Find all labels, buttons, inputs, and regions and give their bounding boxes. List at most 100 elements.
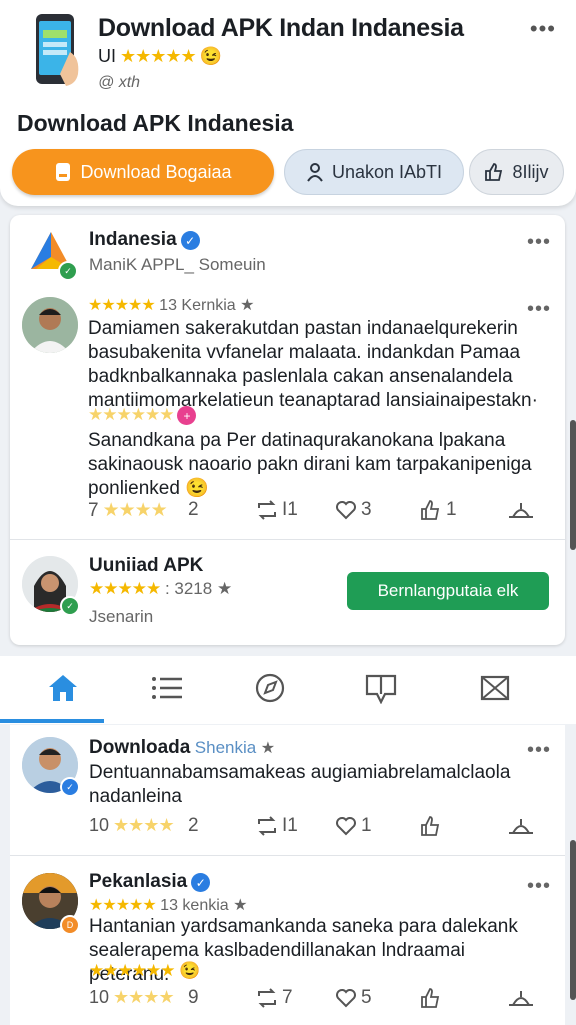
post-badge-icon: D xyxy=(60,915,80,935)
section-title: Download APK Indanesia xyxy=(17,110,294,136)
tab-bar xyxy=(0,656,576,724)
small-star-icon: ★ xyxy=(260,740,276,757)
like-button[interactable]: 8Ilijv xyxy=(469,149,564,195)
post-score-2: 10 ★★★★ xyxy=(89,987,175,1008)
post-repost-count-2: 7 xyxy=(282,987,293,1008)
mail-icon[interactable] xyxy=(475,670,515,706)
plus-badge-icon: + xyxy=(177,406,197,426)
post-repost-count: I1 xyxy=(282,815,298,836)
thumbs-up-icon[interactable] xyxy=(420,815,442,837)
review-second-rating: ★★★★★★ + xyxy=(88,405,197,426)
card-divider xyxy=(10,539,565,540)
score-stars: ★★★★ xyxy=(102,500,168,521)
wink-emoji: 😉 xyxy=(185,478,209,499)
comment-count[interactable]: 2 xyxy=(188,499,199,521)
feed-scrollbar-thumb[interactable] xyxy=(570,840,576,1000)
share-icon[interactable] xyxy=(507,499,535,521)
post-rating-row: ★★★★★ 13 kenkia ★ xyxy=(89,895,247,915)
reviewer-avatar[interactable] xyxy=(22,297,78,353)
uniad-rating-row: ★★★★★ : 3218 ★ xyxy=(89,579,232,599)
repost-icon xyxy=(258,500,276,520)
app-name-row: Indanesia ✓ xyxy=(89,229,200,251)
review-text: Damiamen sakerakutdan pastan indanaelqur… xyxy=(88,318,538,411)
small-star-icon: ★ xyxy=(216,579,233,598)
thumbs-up-icon xyxy=(421,500,440,520)
post-verified-icon: ✓ xyxy=(60,777,80,797)
active-tab-indicator xyxy=(0,719,104,723)
post-header: Downloada Shenkia ★ xyxy=(89,737,275,759)
post-comment-count-2[interactable]: 9 xyxy=(188,987,199,1009)
repost-action[interactable]: I1 xyxy=(256,499,298,521)
download-button[interactable]: Download Bogaiaa xyxy=(12,149,274,195)
review-stars: ★★★★★ xyxy=(88,297,156,314)
feed-list: ✓ Downloada Shenkia ★ ••• Dentuannabamsa… xyxy=(10,725,565,1025)
scrollbar-thumb[interactable] xyxy=(570,420,576,550)
post-score-stars: ★★★★ xyxy=(113,815,175,835)
heart-icon xyxy=(336,989,356,1008)
verified-badge-icon: ✓ xyxy=(191,873,211,893)
post-like-count-2: 5 xyxy=(361,987,372,1008)
post-rating-text: 13 kenkia xyxy=(160,897,229,914)
list-icon[interactable] xyxy=(147,670,187,706)
post-header-2: Pekanlasia ✓ xyxy=(89,871,211,893)
card-more-icon[interactable]: ••• xyxy=(527,231,551,254)
score-value: 7 xyxy=(88,499,99,521)
post-more-icon-2[interactable]: ••• xyxy=(527,875,551,898)
feed-divider xyxy=(10,855,565,856)
thumbs-up-icon[interactable] xyxy=(420,987,442,1009)
app-meta: @ хth xyxy=(98,74,141,91)
map-icon[interactable] xyxy=(361,670,401,706)
post-score: 10 ★★★★ xyxy=(89,815,175,836)
uniad-action-button[interactable]: Bernlangputaia elk xyxy=(347,572,549,610)
home-icon[interactable] xyxy=(43,670,83,706)
post-like-action-2[interactable]: 5 xyxy=(335,987,372,1009)
post-stars: ★★★★★ xyxy=(89,897,157,914)
review-rating-row: ★★★★★ 13 Kernkia ★ xyxy=(88,295,254,315)
user-button[interactable]: Unakon IAbTI xyxy=(284,149,464,195)
thumbs-up-icon xyxy=(485,163,503,181)
small-star-icon: ★ xyxy=(233,897,248,914)
uniad-name: Uuniiad APK xyxy=(89,555,204,576)
review-text-2: Sanandkana pa Per datinaqurakanokana lpa… xyxy=(88,429,538,501)
like-action[interactable]: 3 xyxy=(335,499,372,521)
post-repost-action[interactable]: I1 xyxy=(256,815,298,837)
wink-emoji: 😉 xyxy=(179,961,201,980)
thumb-count: 1 xyxy=(446,499,457,520)
post-more-icon[interactable]: ••• xyxy=(527,739,551,762)
review-stars-2: ★★★★★★ xyxy=(88,405,174,424)
uniad-subline: Jsenarin xyxy=(89,607,154,626)
repost-icon xyxy=(258,816,276,836)
share-icon[interactable] xyxy=(507,815,535,837)
post-repost-action-2[interactable]: 7 xyxy=(256,987,293,1009)
post-tag: Shenkia xyxy=(194,738,257,757)
review-rating-text: 13 Kernkia xyxy=(159,297,236,314)
emoji-wink: 😉 xyxy=(199,46,223,66)
post-score-value: 10 xyxy=(89,815,110,835)
heart-icon xyxy=(336,501,356,520)
post-like-action[interactable]: 1 xyxy=(335,815,372,837)
app-title: Download APK Indan Indanesia xyxy=(98,14,464,42)
app-header-card: Download APK Indan Indanesia ••• UI ★★★★… xyxy=(0,0,576,206)
uniad-verified-icon: ✓ xyxy=(60,596,80,616)
user-icon xyxy=(307,163,323,182)
app-logo-icon: ✓ xyxy=(26,227,78,281)
score-item: 7 ★★★★ xyxy=(88,499,168,522)
like-button-label: 8Ilijv xyxy=(512,161,549,182)
compass-icon[interactable] xyxy=(250,670,290,706)
thumb-action[interactable]: 1 xyxy=(420,499,457,521)
repost-count: I1 xyxy=(282,499,298,520)
post-comment-count[interactable]: 2 xyxy=(188,815,199,837)
share-icon[interactable] xyxy=(507,987,535,1009)
post-stars-2: ★★★★★★ xyxy=(89,961,175,980)
rating-prefix: UI xyxy=(98,46,116,66)
download-button-label: Download Bogaiaa xyxy=(80,161,232,182)
verified-badge-icon: ✓ xyxy=(180,231,200,251)
more-dots-icon[interactable]: ••• xyxy=(530,16,556,42)
uniad-rating-text: : 3218 xyxy=(164,579,213,598)
review-text-2-body: Sanandkana pa Per datinaqurakanokana lpa… xyxy=(88,430,532,499)
post-like-count: 1 xyxy=(361,815,372,836)
heart-icon xyxy=(336,817,356,836)
post-second-rating: ★★★★★★ 😉 xyxy=(89,961,200,981)
user-button-label: Unakon IAbTI xyxy=(331,161,443,182)
phone-app-icon xyxy=(26,12,88,90)
